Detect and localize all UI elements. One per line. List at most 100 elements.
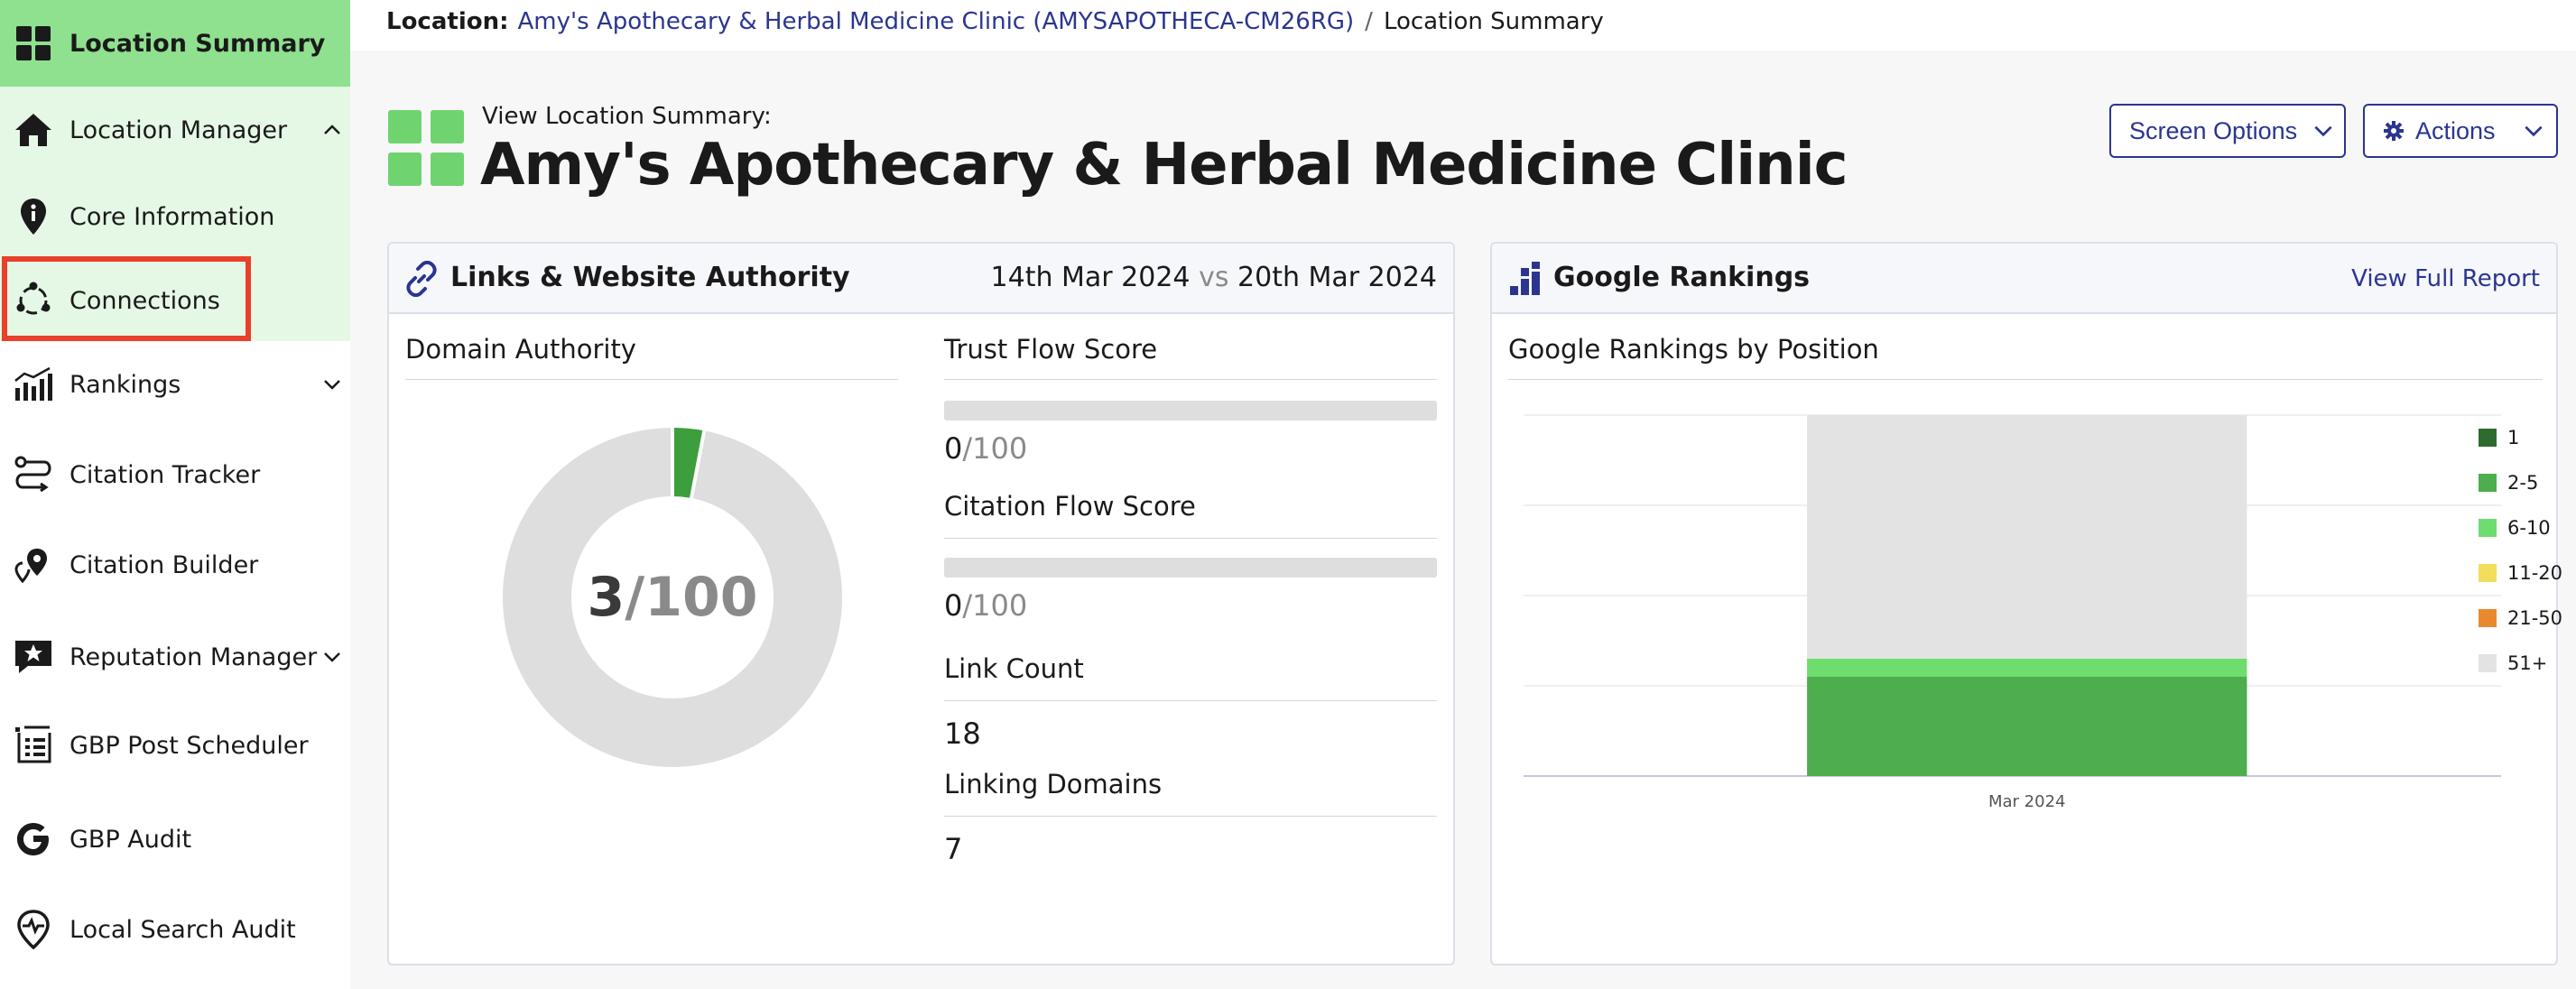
link-count-value: 18: [944, 716, 981, 751]
legend-item[interactable]: 6-10: [2479, 517, 2551, 539]
divider: [944, 538, 1437, 539]
chevron-down-icon[interactable]: [321, 374, 343, 395]
citation-flow-score: 0/100: [944, 588, 1027, 623]
sidebar-item-label: Citation Builder: [69, 550, 259, 579]
sidebar-item-gbp-audit[interactable]: GBP Audit: [0, 796, 350, 883]
date-range: 14th Mar 2024 vs 20th Mar 2024: [991, 262, 1437, 293]
info-pin-icon: [13, 196, 54, 237]
sidebar-item-label: Location Manager: [69, 116, 288, 144]
ranking-chart-icon: [1510, 262, 1540, 295]
divider: [405, 379, 898, 380]
legend-swatch: [2479, 429, 2497, 447]
chevron-down-icon: [2525, 125, 2543, 137]
legend-item[interactable]: 11-20: [2479, 562, 2562, 584]
sidebar-item-label: Reputation Manager: [69, 642, 318, 671]
legend-item[interactable]: 1: [2479, 427, 2519, 448]
sidebar: Location Summary Location Manager Core I…: [0, 0, 350, 989]
domain-authority-label: Domain Authority: [405, 334, 636, 365]
page-title: Amy's Apothecary & Herbal Medicine Clini…: [480, 132, 1849, 199]
sidebar-item-gbp-post-scheduler[interactable]: GBP Post Scheduler: [0, 702, 350, 789]
legend-item[interactable]: 21-50: [2479, 607, 2562, 629]
citation-flow-value: 0: [944, 588, 963, 623]
legend-item[interactable]: 2-5: [2479, 472, 2538, 494]
link-count-label: Link Count: [944, 653, 1084, 684]
breadcrumb-current: Location Summary: [1383, 8, 1604, 35]
link-icon: [406, 261, 437, 297]
card-title: Links & Website Authority: [450, 262, 850, 293]
topbar: Location: Amy's Apothecary & Herbal Medic…: [350, 0, 2576, 51]
date-to: 20th Mar 2024: [1237, 262, 1437, 293]
rankings-bars-icon: [13, 364, 54, 405]
post-list-icon: [13, 725, 54, 766]
bar-segment-2-5[interactable]: [1807, 677, 2247, 776]
home-icon: [13, 109, 54, 151]
legend-swatch: [2479, 474, 2497, 492]
chevron-down-icon: [2314, 125, 2332, 137]
rankings-chart-title: Google Rankings by Position: [1508, 334, 1879, 365]
chevron-up-icon[interactable]: [321, 119, 343, 141]
citation-flow-denominator: /100: [962, 588, 1028, 623]
sidebar-item-location-summary[interactable]: Location Summary: [0, 0, 350, 87]
legend-label: 21-50: [2507, 607, 2563, 629]
sidebar-item-citation-tracker[interactable]: Citation Tracker: [0, 431, 350, 518]
breadcrumb-separator: /: [1365, 8, 1373, 35]
sidebar-item-label: Location Summary: [69, 29, 326, 58]
legend-label: 2-5: [2507, 472, 2539, 494]
page-subtitle: View Location Summary:: [482, 103, 772, 130]
bar-segment-51+[interactable]: [1807, 415, 2247, 659]
breadcrumb: Location: Amy's Apothecary & Herbal Medic…: [386, 8, 1604, 35]
legend-label: 6-10: [2507, 517, 2551, 539]
card-header: Google Rankings View Full Report: [1492, 244, 2556, 314]
x-tick-label: Mar 2024: [1988, 792, 2066, 811]
breadcrumb-location-link[interactable]: Amy's Apothecary & Herbal Medicine Clini…: [518, 8, 1355, 35]
pulse-pin-icon: [13, 909, 54, 950]
page-grid-icon: [388, 110, 466, 188]
screen-options-button[interactable]: Screen Options: [2109, 104, 2346, 158]
sidebar-item-label: Local Search Audit: [69, 915, 296, 944]
sidebar-item-label: Core Information: [69, 202, 275, 231]
google-g-icon: [13, 818, 54, 860]
sidebar-item-label: GBP Post Scheduler: [69, 731, 309, 760]
domain-authority-value: 3: [587, 566, 625, 629]
legend-swatch: [2479, 519, 2497, 537]
bar-segment-6-10[interactable]: [1807, 659, 2247, 677]
trust-flow-label: Trust Flow Score: [944, 334, 1158, 365]
card-header: Links & Website Authority 14th Mar 2024 …: [389, 244, 1453, 314]
sidebar-item-label: Citation Tracker: [69, 460, 261, 489]
sidebar-item-core-information[interactable]: Core Information: [0, 173, 350, 260]
domain-authority-score: 3/100: [483, 408, 862, 787]
divider: [1508, 379, 2543, 380]
date-from: 14th Mar 2024: [990, 262, 1191, 293]
legend-label: 51+: [2507, 652, 2548, 674]
star-message-icon: [13, 636, 54, 678]
rankings-bar-chart: Mar 2024: [1524, 414, 2501, 811]
legend-label: 1: [2507, 427, 2520, 448]
legend-swatch: [2479, 564, 2497, 582]
trust-flow-bar: [944, 401, 1437, 421]
sidebar-item-citation-builder[interactable]: Citation Builder: [0, 522, 350, 608]
legend-swatch: [2479, 654, 2497, 672]
sidebar-item-rankings[interactable]: Rankings: [0, 341, 350, 428]
actions-button[interactable]: Actions: [2363, 104, 2558, 158]
linking-domains-label: Linking Domains: [944, 769, 1163, 800]
chevron-down-icon[interactable]: [321, 646, 343, 668]
citation-route-icon: [13, 454, 54, 495]
location-pins-icon: [13, 544, 54, 586]
links-authority-card: Links & Website Authority 14th Mar 2024 …: [387, 242, 1455, 966]
date-vs: vs: [1199, 262, 1229, 293]
connections-highlight-box: [2, 256, 251, 341]
view-full-report-link[interactable]: View Full Report: [2351, 265, 2540, 292]
divider: [944, 700, 1437, 701]
trust-flow-value: 0: [944, 431, 963, 466]
sidebar-item-reputation-manager[interactable]: Reputation Manager: [0, 614, 350, 700]
legend-swatch: [2479, 609, 2497, 627]
screen-options-label: Screen Options: [2129, 116, 2298, 144]
divider: [944, 379, 1437, 380]
sidebar-item-local-search-audit[interactable]: Local Search Audit: [0, 886, 350, 973]
sidebar-item-label: GBP Audit: [69, 825, 192, 854]
citation-flow-label: Citation Flow Score: [944, 491, 1196, 522]
divider: [944, 816, 1437, 817]
sidebar-item-location-manager[interactable]: Location Manager: [0, 87, 350, 173]
legend-item[interactable]: 51+: [2479, 652, 2547, 674]
legend-label: 11-20: [2507, 562, 2563, 584]
